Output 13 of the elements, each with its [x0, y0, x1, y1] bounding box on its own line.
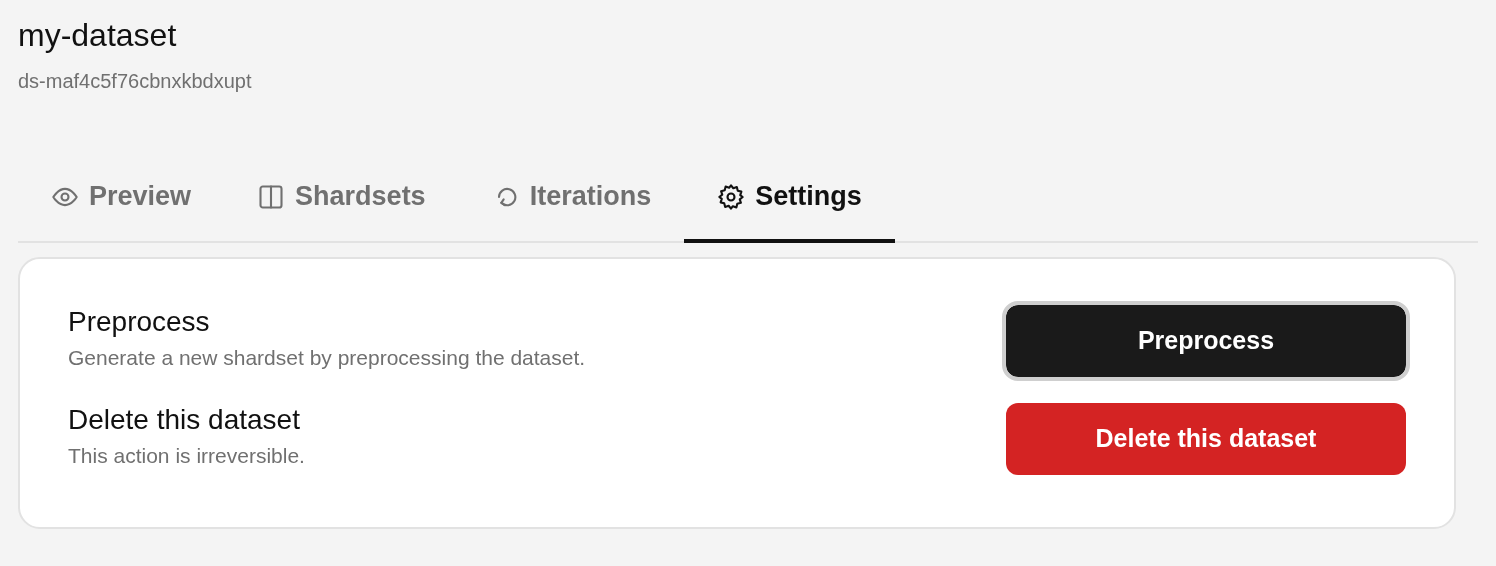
dataset-id: ds-maf4c5f76cbnxkbdxupt: [18, 69, 253, 95]
dataset-title: my-dataset: [18, 16, 178, 55]
setting-title: Delete this dataset: [68, 402, 301, 437]
columns-icon: [257, 182, 286, 211]
tab[interactable]: Shardsets: [224, 162, 459, 243]
setting-title: Preprocess: [68, 304, 211, 339]
delete-button[interactable]: Delete this dataset: [1006, 402, 1406, 475]
gear-icon: [717, 182, 746, 211]
tab[interactable]: Preview: [18, 162, 225, 243]
setting-description: This action is irreversible.: [68, 443, 305, 470]
setting-description: Generate a new shardset by preprocessing the dataset.: [68, 345, 586, 372]
tab[interactable]: Iterations: [458, 162, 685, 243]
tab[interactable]: Settings: [684, 162, 895, 243]
